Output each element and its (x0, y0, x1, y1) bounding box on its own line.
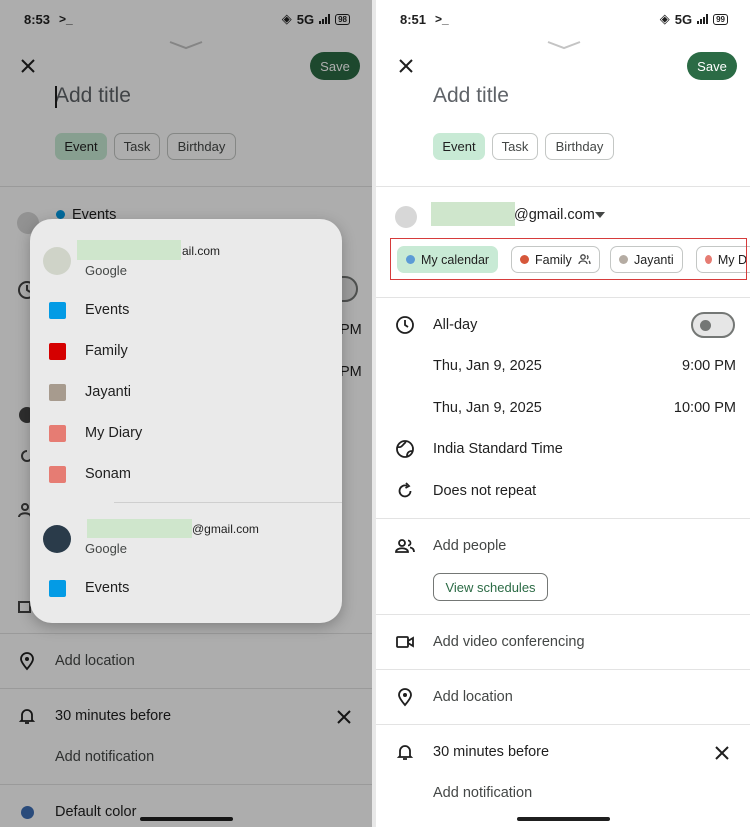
menu-item-jayanti[interactable]: Jayanti (30, 372, 342, 412)
menu-item-events[interactable]: Events (30, 568, 342, 608)
globe-icon (396, 440, 414, 458)
close-icon[interactable] (396, 56, 416, 76)
network-label: 5G (674, 11, 693, 27)
chevron-down-icon[interactable] (595, 212, 605, 218)
add-location[interactable]: Add location (433, 689, 513, 705)
save-button[interactable]: Save (687, 52, 737, 80)
menu-item-events[interactable]: Events (30, 290, 342, 330)
signal-icon (697, 14, 709, 24)
account-avatar (43, 525, 71, 553)
account-avatar (395, 206, 417, 228)
tab-event[interactable]: Event (433, 133, 485, 160)
drag-handle-icon[interactable] (546, 40, 582, 50)
account-email: ail.com (182, 244, 221, 258)
account-email: @gmail.com (192, 522, 259, 536)
menu-item-sonam[interactable]: Sonam (30, 454, 342, 494)
status-bar: 8:51 >_ ◈ 5G 99 (376, 0, 750, 36)
right-screen: 8:51 >_ ◈ 5G 99 Save Add title Event Tas… (376, 0, 750, 827)
calendar-color-square (49, 302, 66, 319)
add-notification[interactable]: Add notification (433, 785, 532, 801)
people-icon (395, 539, 415, 553)
account-provider: Google (85, 541, 127, 556)
calendar-color-square (49, 580, 66, 597)
start-date[interactable]: Thu, Jan 9, 2025 (433, 358, 542, 374)
left-screen: 8:53 >_ ◈ 5G 98 Save Add title Event Tas… (0, 0, 372, 827)
tab-birthday[interactable]: Birthday (545, 133, 614, 160)
tab-task[interactable]: Task (492, 133, 538, 160)
notification-label: 30 minutes before (433, 744, 550, 760)
location-pin-icon (398, 688, 412, 707)
all-day-label: All-day (433, 317, 478, 333)
clock-icon (396, 316, 414, 334)
calendar-color-square (49, 343, 66, 360)
timezone[interactable]: India Standard Time (433, 441, 563, 457)
calendar-color-square (49, 466, 66, 483)
repeat-setting[interactable]: Does not repeat (433, 483, 536, 499)
account-email[interactable]: @gmail.com (514, 207, 595, 223)
menu-item-family[interactable]: Family (30, 331, 342, 371)
battery-icon: 99 (713, 13, 728, 25)
start-time[interactable]: 9:00 PM (682, 358, 736, 374)
status-time: 8:51 (400, 12, 427, 27)
vibrate-icon: ◈ (659, 11, 670, 26)
calendar-color-square (49, 425, 66, 442)
add-people[interactable]: Add people (433, 538, 506, 554)
gesture-bar (517, 817, 610, 821)
account-avatar (43, 247, 71, 275)
video-icon (396, 636, 414, 648)
calendar-picker-menu: ail.com Google Events Family Jayanti My … (30, 219, 342, 623)
bell-icon (396, 745, 414, 760)
view-schedules-button[interactable]: View schedules (433, 573, 548, 601)
redacted-email (431, 202, 515, 226)
redacted-email (77, 240, 181, 260)
remove-notification-icon[interactable] (712, 743, 732, 763)
title-input[interactable]: Add title (433, 84, 509, 108)
all-day-toggle[interactable] (691, 312, 735, 338)
account-provider: Google (85, 263, 127, 278)
highlight-annotation (390, 238, 747, 280)
end-date[interactable]: Thu, Jan 9, 2025 (433, 400, 542, 416)
repeat-icon (398, 482, 412, 498)
calendar-color-square (49, 384, 66, 401)
add-video-conferencing[interactable]: Add video conferencing (433, 634, 585, 650)
end-time[interactable]: 10:00 PM (674, 400, 736, 416)
redacted-email (87, 519, 192, 538)
terminal-icon: >_ (435, 12, 449, 26)
menu-item-my-diary[interactable]: My Diary (30, 413, 342, 453)
